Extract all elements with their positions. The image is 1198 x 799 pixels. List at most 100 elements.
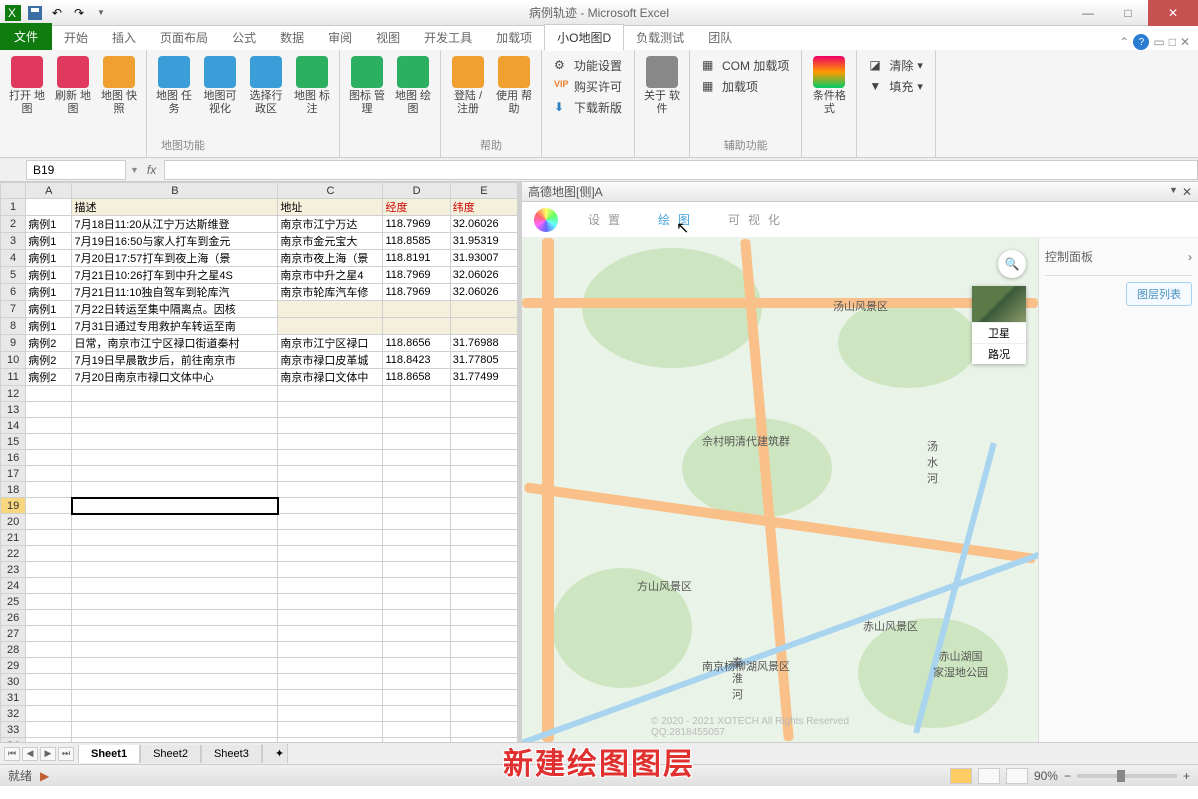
gear-icon: ⚙ <box>554 58 570 74</box>
fill-item[interactable]: ▼填充 ▾ <box>867 77 925 96</box>
search-icon[interactable]: 🔍 <box>998 250 1026 278</box>
excel-icon: X <box>4 4 22 22</box>
next-sheet-icon[interactable]: ▶ <box>40 747 56 761</box>
ribbon: 打开 地图 刷新 地图 地图 快照 地图 任务 地图可 视化 选择行 政区 地图… <box>0 50 1198 158</box>
map-panel: 高德地图[侧]A ▼ ✕ 设置 绘图 可视化 ↖ <box>522 182 1198 742</box>
cursor-icon: ↖ <box>676 218 689 238</box>
window-restore-icon[interactable]: ▭ <box>1153 35 1164 49</box>
tab-team[interactable]: 团队 <box>696 25 744 50</box>
refresh-map-button[interactable]: 刷新 地图 <box>52 54 94 118</box>
map-task-button[interactable]: 地图 任务 <box>153 54 195 118</box>
last-sheet-icon[interactable]: ⏭ <box>58 747 74 761</box>
tab-file[interactable]: 文件 <box>0 23 52 50</box>
map-tabs: 设置 绘图 可视化 ↖ <box>522 202 1198 238</box>
panel-close-icon[interactable]: ✕ <box>1182 185 1192 199</box>
login-button[interactable]: 登陆 /注册 <box>447 54 489 118</box>
zoom-slider[interactable] <box>1077 774 1177 778</box>
addin-item[interactable]: ▦加载项 <box>700 77 791 96</box>
tab-data[interactable]: 数据 <box>268 25 316 50</box>
map-viz-button[interactable]: 地图可 视化 <box>199 54 241 118</box>
map-tab-viz[interactable]: 可视化 <box>728 211 788 228</box>
sheet-tab-3[interactable]: Sheet3 <box>201 745 262 763</box>
maximize-button[interactable]: □ <box>1108 0 1148 26</box>
chevron-right-icon[interactable]: › <box>1188 250 1192 264</box>
about-button[interactable]: 关于 软件 <box>641 54 683 118</box>
layer-traffic[interactable]: 路况 <box>972 343 1026 364</box>
tab-review[interactable]: 审阅 <box>316 25 364 50</box>
tab-xiaoo-map[interactable]: 小O地图D <box>544 24 624 51</box>
grid[interactable]: ABCDE 1描述地址经度纬度 2病例17月18日11:20从江宁万达斯维登南京… <box>0 182 518 742</box>
tab-dev[interactable]: 开发工具 <box>412 25 484 50</box>
zoom-level[interactable]: 90% <box>1034 769 1058 783</box>
status-ready: 就绪 <box>8 767 32 784</box>
zoom-out-icon[interactable]: − <box>1064 769 1071 783</box>
redo-icon[interactable]: ↷ <box>70 4 88 22</box>
open-map-button[interactable]: 打开 地图 <box>6 54 48 118</box>
map-canvas[interactable]: 汤山风景区 汤 水 河 佘村明清代建筑群 方山风景区 南京杨柳湖风景区 赤山风景… <box>522 238 1038 742</box>
layer-satellite[interactable]: 卫星 <box>972 322 1026 343</box>
com-addin-item[interactable]: ▦COM 加载项 <box>700 56 791 75</box>
settings-item[interactable]: ⚙功能设置 <box>552 56 624 75</box>
first-sheet-icon[interactable]: ⏮ <box>4 747 20 761</box>
window-max-icon[interactable]: □ <box>1169 35 1176 49</box>
map-layer-control[interactable]: 卫星 路况 <box>972 286 1026 364</box>
close-button[interactable]: ✕ <box>1148 0 1198 26</box>
namebox-dropdown-icon[interactable]: ▼ <box>130 165 139 175</box>
new-sheet-icon[interactable]: ✦ <box>262 744 288 763</box>
help-button[interactable]: 使用 帮助 <box>493 54 535 118</box>
select-region-button[interactable]: 选择行 政区 <box>245 54 287 118</box>
window-x-icon[interactable]: ✕ <box>1180 35 1190 49</box>
formula-input[interactable] <box>164 160 1198 180</box>
map-snapshot-button[interactable]: 地图 快照 <box>98 54 140 118</box>
page-layout-view-icon[interactable] <box>978 768 1000 784</box>
prev-sheet-icon[interactable]: ◀ <box>22 747 38 761</box>
name-box[interactable]: B19 <box>26 160 126 180</box>
control-panel-title: 控制面板 <box>1045 248 1093 265</box>
title-bar: X ↶ ↷ ▼ 病例轨迹 - Microsoft Excel — □ ✕ <box>0 0 1198 26</box>
undo-icon[interactable]: ↶ <box>48 4 66 22</box>
satellite-thumb[interactable] <box>972 286 1026 322</box>
sheet-tab-2[interactable]: Sheet2 <box>140 745 201 763</box>
spreadsheet-area: ABCDE 1描述地址经度纬度 2病例17月18日11:20从江宁万达斯维登南京… <box>0 182 522 742</box>
download-item[interactable]: ⬇下载新版 <box>552 98 624 117</box>
map-draw-button[interactable]: 地图 绘图 <box>392 54 434 118</box>
com-icon: ▦ <box>702 58 718 74</box>
tab-view[interactable]: 视图 <box>364 25 412 50</box>
dropdown-icon[interactable]: ▼ <box>92 4 110 22</box>
sheet-tab-1[interactable]: Sheet1 <box>78 745 140 763</box>
tab-home[interactable]: 开始 <box>52 25 100 50</box>
minimize-ribbon-icon[interactable]: ⌃ <box>1119 35 1129 49</box>
map-search[interactable]: 🔍 <box>998 250 1026 278</box>
save-icon[interactable] <box>26 4 44 22</box>
help-icon[interactable]: ? <box>1133 34 1149 50</box>
tab-insert[interactable]: 插入 <box>100 25 148 50</box>
svg-text:X: X <box>8 6 16 20</box>
zoom-in-icon[interactable]: + <box>1183 769 1190 783</box>
download-icon: ⬇ <box>554 100 570 116</box>
tab-addin[interactable]: 加载项 <box>484 25 544 50</box>
normal-view-icon[interactable] <box>950 768 972 784</box>
conditional-format-button[interactable]: 条件格式 <box>808 54 850 118</box>
macro-icon[interactable]: ▶ <box>40 769 49 783</box>
buy-license-item[interactable]: VIP购买许可 <box>552 77 624 96</box>
formula-bar: B19 ▼ fx <box>0 158 1198 182</box>
annotation-overlay: 新建绘图图层 <box>503 739 695 783</box>
map-logo-icon <box>534 208 558 232</box>
minimize-button[interactable]: — <box>1068 0 1108 26</box>
eraser-icon: ◪ <box>869 58 885 74</box>
fill-icon: ▼ <box>869 79 885 95</box>
tab-layout[interactable]: 页面布局 <box>148 25 220 50</box>
map-tab-settings[interactable]: 设置 <box>588 211 628 228</box>
fx-icon[interactable]: fx <box>139 163 164 177</box>
layer-list-button[interactable]: 图层列表 <box>1126 282 1192 306</box>
clear-item[interactable]: ◪清除 ▾ <box>867 56 925 75</box>
page-break-view-icon[interactable] <box>1006 768 1028 784</box>
tab-formula[interactable]: 公式 <box>220 25 268 50</box>
group-label-aux: 辅助功能 <box>724 137 768 153</box>
icon-manage-button[interactable]: 图标 管理 <box>346 54 388 118</box>
map-marker-button[interactable]: 地图 标注 <box>291 54 333 118</box>
tab-load[interactable]: 负载测试 <box>624 25 696 50</box>
panel-dropdown-icon[interactable]: ▼ <box>1169 185 1178 199</box>
map-panel-title: 高德地图[侧]A ▼ ✕ <box>522 182 1198 202</box>
map-copyright: © 2020 - 2021 XOTECH All Rights Reserved… <box>651 716 909 738</box>
